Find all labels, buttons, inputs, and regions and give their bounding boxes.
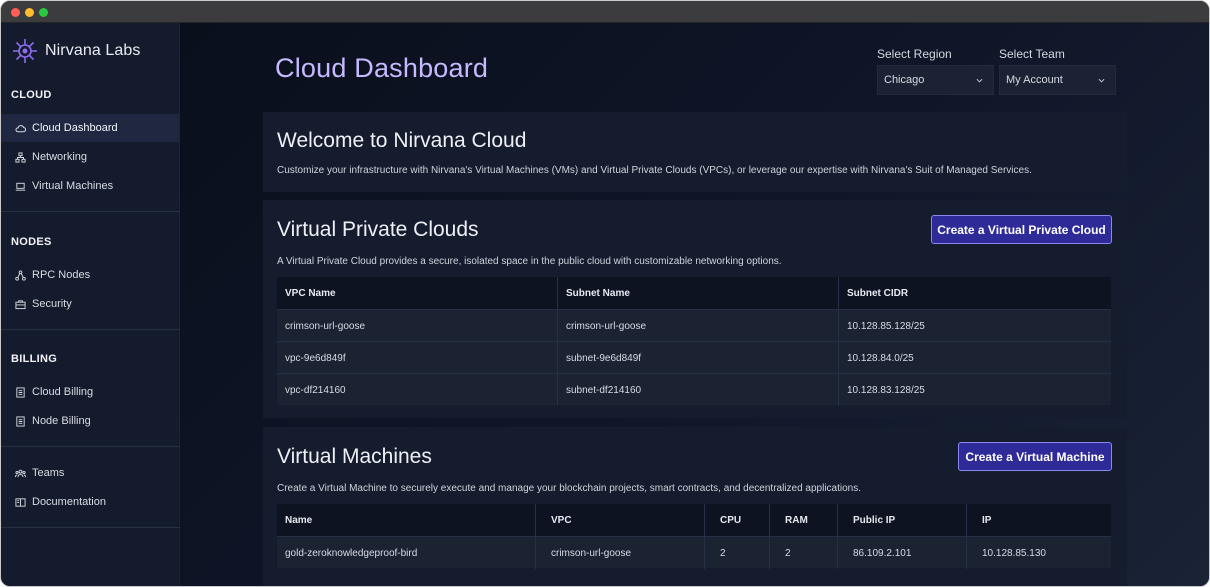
create-vpc-button[interactable]: Create a Virtual Private Cloud [931, 215, 1112, 244]
sidebar-item-networking[interactable]: Networking [1, 143, 179, 171]
vm-public-ip-cell: 86.109.2.101 [853, 547, 912, 559]
title-bar [1, 1, 1209, 23]
column-header[interactable]: IP [974, 504, 991, 536]
section-title-nodes: NODES [11, 236, 52, 248]
table-row[interactable]: vpc-9e6d849f subnet-9e6d849f 10.128.84.0… [277, 341, 1111, 374]
sidebar-item-virtual-machines[interactable]: Virtual Machines [1, 172, 179, 200]
nodes-icon [15, 269, 26, 281]
vpc-name-cell: crimson-url-goose [285, 320, 366, 332]
vm-ip-cell: 10.128.85.130 [982, 547, 1046, 559]
column-header[interactable]: RAM [777, 504, 808, 536]
sidebar-divider [1, 446, 180, 447]
vpc-description: A Virtual Private Cloud provides a secur… [277, 256, 782, 267]
column-header[interactable]: Name [277, 504, 312, 536]
sidebar-item-label: Virtual Machines [32, 180, 114, 192]
sidebar-item-documentation[interactable]: Documentation [1, 488, 179, 516]
vpc-card: Virtual Private Clouds Create a Virtual … [263, 200, 1127, 418]
table-header-row: VPC Name Subnet Name Subnet CIDR [277, 277, 1111, 309]
region-select[interactable]: Chicago [877, 65, 994, 95]
sidebar-item-cloud-dashboard[interactable]: Cloud Dashboard [1, 114, 179, 142]
vpc-section-title: Virtual Private Clouds [277, 218, 479, 241]
sidebar-item-label: Networking [32, 151, 88, 163]
column-header[interactable]: Subnet Name [558, 277, 630, 309]
column-header[interactable]: VPC Name [277, 277, 336, 309]
receipt-icon [16, 415, 25, 427]
subnet-name-cell: crimson-url-goose [566, 320, 647, 332]
close-window-button[interactable] [11, 8, 20, 17]
column-header[interactable]: Subnet CIDR [839, 277, 908, 309]
section-title-billing: BILLING [11, 353, 58, 365]
minimize-window-button[interactable] [25, 8, 34, 17]
table-header-row: Name VPC CPU RAM Public IP IP [277, 504, 1111, 536]
column-header[interactable]: VPC [543, 504, 572, 536]
vm-vpc-cell: crimson-url-goose [551, 547, 632, 559]
section-title-cloud: CLOUD [11, 89, 52, 101]
table-row[interactable]: gold-zeroknowledgeproof-bird crimson-url… [277, 536, 1111, 569]
region-label: Select Region [877, 47, 952, 61]
vm-ram-cell: 2 [785, 547, 791, 559]
sidebar-item-rpc-nodes[interactable]: RPC Nodes [1, 261, 179, 289]
sidebar-item-security[interactable]: Security [1, 290, 179, 318]
team-select-value: My Account [1006, 74, 1063, 86]
vpc-table: VPC Name Subnet Name Subnet CIDR crimson… [277, 277, 1111, 406]
vm-cpu-cell: 2 [720, 547, 726, 559]
receipt-icon [16, 386, 25, 398]
create-vm-button[interactable]: Create a Virtual Machine [958, 442, 1112, 471]
sidebar-item-teams[interactable]: Teams [1, 459, 179, 487]
sidebar-item-label: Node Billing [32, 415, 91, 427]
brand-name: Nirvana Labs [45, 42, 141, 59]
sidebar-divider [1, 329, 180, 330]
vm-section-title: Virtual Machines [277, 445, 432, 468]
sidebar-item-label: Cloud Dashboard [32, 122, 118, 134]
team-label: Select Team [999, 47, 1065, 61]
welcome-card: Welcome to Nirvana Cloud Customize your … [263, 112, 1127, 192]
subnet-name-cell: subnet-df214160 [566, 384, 642, 396]
sidebar-item-label: RPC Nodes [32, 269, 91, 281]
column-header[interactable]: Public IP [845, 504, 895, 536]
table-row[interactable]: vpc-df214160 subnet-df214160 10.128.83.1… [277, 373, 1111, 406]
nirvana-logo-icon [13, 39, 37, 63]
cloud-icon [15, 124, 26, 132]
vm-table: Name VPC CPU RAM Public IP IP gold-zerok… [277, 504, 1111, 569]
column-header[interactable]: CPU [712, 504, 741, 536]
sidebar-item-label: Security [32, 298, 72, 310]
subnet-cidr-cell: 10.128.83.128/25 [847, 384, 925, 396]
vm-name-cell: gold-zeroknowledgeproof-bird [285, 547, 418, 559]
sidebar-item-label: Cloud Billing [32, 386, 94, 398]
welcome-title: Welcome to Nirvana Cloud [277, 129, 527, 152]
network-icon [15, 151, 26, 163]
main-content: Cloud Dashboard Select Region Chicago Se… [180, 23, 1209, 586]
app-window: Nirvana Labs CLOUD Cloud Dashboard Netwo… [0, 0, 1210, 587]
briefcase-icon [15, 299, 26, 309]
chevron-down-icon [1098, 78, 1105, 83]
sidebar-item-label: Documentation [32, 496, 106, 508]
team-icon [15, 469, 26, 477]
sidebar-divider [1, 211, 180, 212]
chevron-down-icon [976, 78, 983, 83]
sidebar: Nirvana Labs CLOUD Cloud Dashboard Netwo… [1, 23, 180, 586]
region-select-value: Chicago [884, 74, 925, 86]
book-icon [15, 497, 26, 507]
vpc-name-cell: vpc-9e6d849f [285, 352, 346, 364]
laptop-icon [15, 182, 26, 191]
vm-description: Create a Virtual Machine to securely exe… [277, 483, 862, 494]
subnet-name-cell: subnet-9e6d849f [566, 352, 642, 364]
table-row[interactable]: crimson-url-goose crimson-url-goose 10.1… [277, 309, 1111, 342]
subnet-cidr-cell: 10.128.84.0/25 [847, 352, 914, 364]
vpc-name-cell: vpc-df214160 [285, 384, 346, 396]
maximize-window-button[interactable] [39, 8, 48, 17]
sidebar-item-label: Teams [32, 467, 65, 479]
brand[interactable]: Nirvana Labs [11, 37, 140, 65]
welcome-description: Customize your infrastructure with Nirva… [277, 165, 1032, 176]
sidebar-divider [1, 527, 180, 528]
subnet-cidr-cell: 10.128.85.128/25 [847, 320, 925, 332]
sidebar-item-node-billing[interactable]: Node Billing [1, 407, 179, 435]
page-title: Cloud Dashboard [275, 53, 489, 83]
team-select[interactable]: My Account [999, 65, 1116, 95]
sidebar-item-cloud-billing[interactable]: Cloud Billing [1, 378, 179, 406]
vm-card: Virtual Machines Create a Virtual Machin… [263, 427, 1127, 586]
